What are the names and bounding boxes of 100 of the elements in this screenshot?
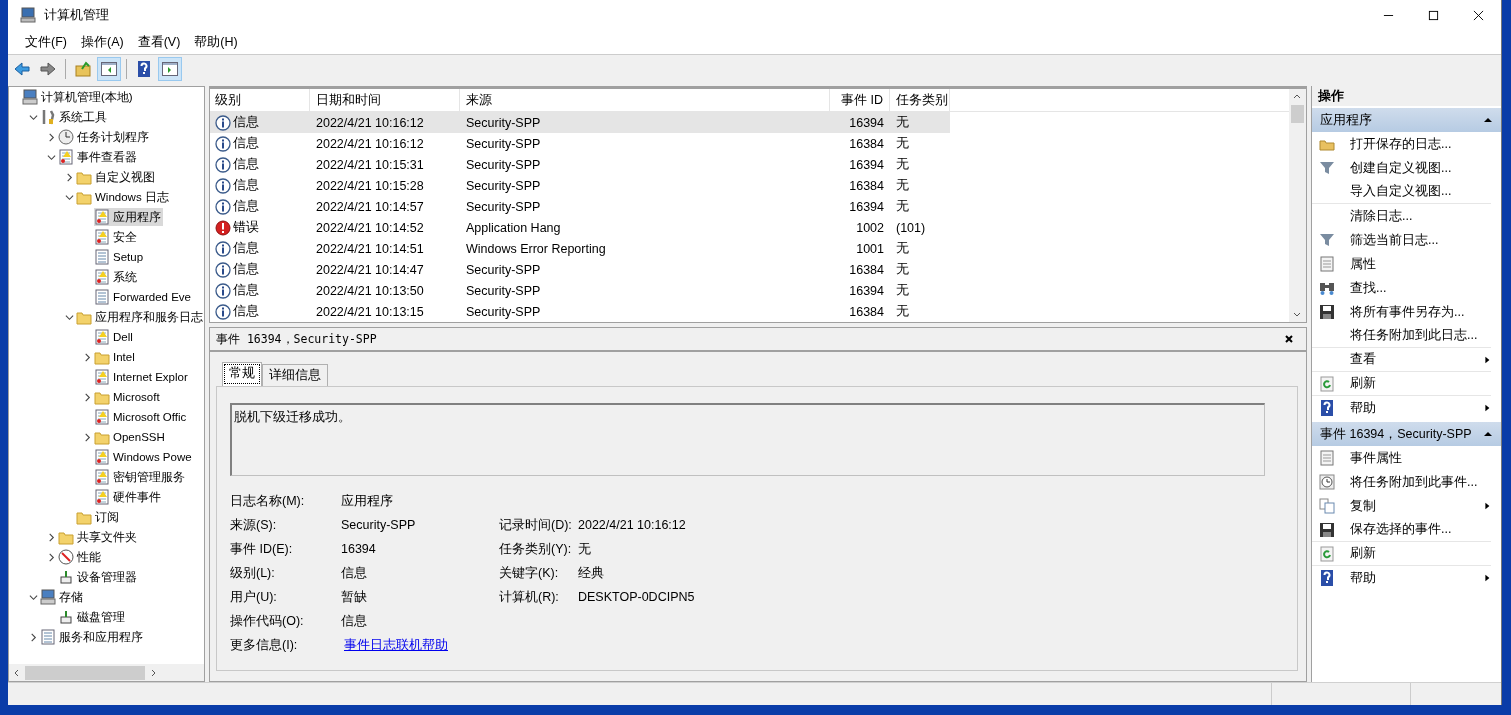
- chevron-icon[interactable]: [47, 132, 56, 142]
- action-item[interactable]: 帮助: [1350, 569, 1376, 587]
- action-item[interactable]: 将任务附加到此日志...: [1350, 327, 1478, 344]
- event-id-cell-text: 1002: [855, 220, 885, 235]
- help-link[interactable]: 事件日志联机帮助: [344, 637, 448, 652]
- action-item[interactable]: 刷新: [1350, 545, 1376, 562]
- chevron-icon[interactable]: [65, 192, 74, 202]
- action-item[interactable]: 查看: [1350, 351, 1376, 368]
- menu-item[interactable]: 文件(F): [18, 31, 74, 53]
- close-icon[interactable]: [1284, 334, 1294, 344]
- tree-item[interactable]: Microsoft Offic: [94, 408, 189, 426]
- menu-item[interactable]: 帮助(H): [187, 31, 245, 53]
- action-item[interactable]: 将所有事件另存为...: [1350, 303, 1465, 321]
- chevron-icon[interactable]: [83, 392, 92, 402]
- tree-item[interactable]: Setup: [94, 248, 146, 266]
- refresh-icon: [1319, 545, 1335, 562]
- event-row[interactable]: 信息 2022/4/21 10:14:57 Security-SPP 16394 无: [210, 196, 950, 217]
- action-item[interactable]: 事件属性: [1350, 449, 1402, 467]
- event-row[interactable]: 信息 2022/4/21 10:15:31 Security-SPP 16394 无: [210, 154, 950, 175]
- action-item[interactable]: 清除日志...: [1350, 207, 1413, 225]
- action-item[interactable]: 创建自定义视图...: [1350, 159, 1452, 177]
- action-pane-icon: [161, 60, 179, 78]
- tree-item[interactable]: 计算机管理(本地): [22, 88, 135, 106]
- event-row[interactable]: 信息 2022/4/21 10:13:15 Security-SPP 16384 无: [210, 301, 950, 322]
- chevron-icon[interactable]: [47, 532, 56, 542]
- tree-item[interactable]: 事件查看器: [58, 148, 139, 166]
- section-header[interactable]: 事件 16394，Security-SPP: [1312, 422, 1501, 446]
- chevron-icon[interactable]: [83, 432, 92, 442]
- document-icon: [40, 629, 56, 645]
- tree-item[interactable]: 性能: [58, 548, 103, 566]
- chevron-icon[interactable]: [83, 352, 92, 362]
- chevron-icon[interactable]: [65, 312, 74, 322]
- pane-toggle-button[interactable]: [97, 57, 121, 81]
- action-item[interactable]: 帮助: [1350, 399, 1376, 417]
- field-value: 经典: [578, 565, 604, 580]
- column-header[interactable]: 事件 ID: [830, 89, 890, 111]
- chevron-icon[interactable]: [47, 152, 56, 162]
- tree-item[interactable]: 任务计划程序: [58, 128, 151, 146]
- chevron-icon[interactable]: [65, 172, 74, 182]
- column-header[interactable]: 任务类别: [890, 89, 950, 111]
- tree-item[interactable]: 密钥管理服务: [94, 468, 187, 486]
- chevron-icon[interactable]: [29, 592, 38, 602]
- tree-item[interactable]: OpenSSH: [94, 428, 167, 446]
- action-item[interactable]: 保存选择的事件...: [1350, 521, 1452, 538]
- tree-item[interactable]: Intel: [94, 348, 137, 366]
- tab[interactable]: 详细信息: [262, 364, 328, 386]
- vertical-scrollbar[interactable]: [1289, 89, 1306, 322]
- event-row[interactable]: 信息 2022/4/21 10:16:12 Security-SPP 16394 无: [210, 112, 950, 133]
- menu-item[interactable]: 查看(V): [130, 31, 188, 53]
- tree-item[interactable]: 系统: [94, 268, 139, 286]
- event-row[interactable]: 信息 2022/4/21 10:16:12 Security-SPP 16384 无: [210, 133, 950, 154]
- action-item[interactable]: 导入自定义视图...: [1350, 183, 1452, 200]
- column-header[interactable]: 来源: [460, 89, 830, 111]
- action-item[interactable]: 筛选当前日志...: [1350, 231, 1439, 249]
- tree-item[interactable]: 应用程序: [94, 208, 163, 226]
- section-header[interactable]: 应用程序: [1312, 108, 1501, 132]
- tab[interactable]: 常规: [222, 362, 262, 386]
- info-icon: [215, 261, 231, 278]
- tree-item[interactable]: 订阅: [76, 508, 121, 526]
- field-value: 信息: [341, 612, 368, 630]
- column-header[interactable]: 日期和时间: [310, 89, 460, 111]
- tree-item[interactable]: 安全: [94, 228, 139, 246]
- tree-item[interactable]: Dell: [94, 328, 135, 346]
- help-icon: [135, 60, 153, 78]
- tree-item[interactable]: Microsoft: [94, 388, 162, 406]
- folder-icon: [94, 349, 110, 365]
- event-row[interactable]: 信息 2022/4/21 10:15:28 Security-SPP 16384 无: [210, 175, 950, 196]
- scroll-thumb[interactable]: [1291, 105, 1304, 123]
- tree-item[interactable]: Windows 日志: [76, 188, 171, 206]
- tree-item[interactable]: 存储: [40, 588, 85, 606]
- chevron-icon[interactable]: [29, 632, 38, 642]
- tree-item[interactable]: 系统工具: [40, 108, 109, 126]
- tree-item[interactable]: Internet Explor: [94, 368, 190, 386]
- tree-item[interactable]: 共享文件夹: [58, 528, 139, 546]
- chevron-icon[interactable]: [47, 552, 56, 562]
- tree-item[interactable]: 服务和应用程序: [40, 628, 145, 646]
- tree-item[interactable]: 应用程序和服务日志: [76, 308, 204, 326]
- tree-item[interactable]: 磁盘管理: [58, 608, 127, 626]
- event-row[interactable]: 信息 2022/4/21 10:14:47 Security-SPP 16384 无: [210, 259, 950, 280]
- tree-item[interactable]: 设备管理器: [58, 568, 139, 586]
- action-item[interactable]: 将任务附加到此事件...: [1350, 473, 1478, 491]
- action-item[interactable]: 刷新: [1350, 375, 1376, 392]
- pane-toggle-button[interactable]: [158, 57, 182, 81]
- action-item[interactable]: 属性: [1350, 255, 1376, 273]
- event-row[interactable]: 错误 2022/4/21 10:14:52 Application Hang 1002 (101): [210, 217, 950, 238]
- tree-item[interactable]: Forwarded Eve: [94, 288, 193, 306]
- column-header[interactable]: 级别: [210, 89, 310, 111]
- event-row[interactable]: 信息 2022/4/21 10:14:51 Windows Error Reporting 1001 无: [210, 238, 950, 259]
- tree-item[interactable]: 自定义视图: [76, 168, 157, 186]
- tree-item[interactable]: Windows Powe: [94, 448, 194, 466]
- chevron-icon[interactable]: [29, 112, 38, 122]
- scroll-thumb[interactable]: [25, 665, 145, 680]
- action-item[interactable]: 复制: [1350, 497, 1376, 515]
- event-row[interactable]: 信息 2022/4/21 10:13:50 Security-SPP 16394 无: [210, 280, 950, 301]
- submenu-arrow-icon: [1483, 403, 1491, 413]
- menu-item[interactable]: 操作(A): [73, 31, 131, 53]
- action-item[interactable]: 查找...: [1350, 279, 1387, 297]
- horizontal-scrollbar[interactable]: [9, 664, 204, 681]
- tree-item[interactable]: 硬件事件: [94, 488, 163, 506]
- action-item[interactable]: 打开保存的日志...: [1350, 135, 1452, 153]
